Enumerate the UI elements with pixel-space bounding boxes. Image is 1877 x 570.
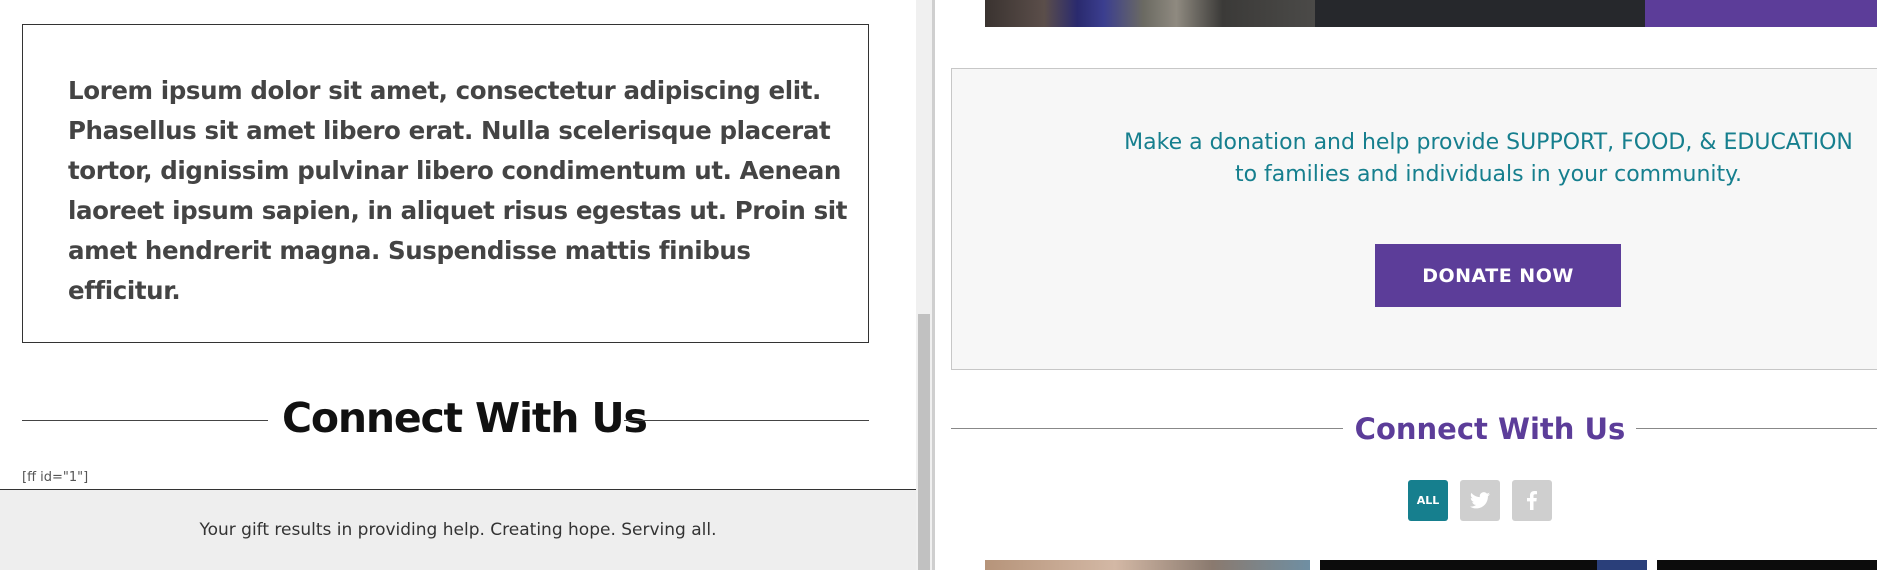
divider-line <box>22 420 268 421</box>
text-block: Lorem ipsum dolor sit amet, consectetur … <box>22 24 869 343</box>
facebook-filter-button[interactable] <box>1512 480 1552 521</box>
donate-message-line-1: Make a donation and help provide SUPPORT… <box>1124 130 1853 155</box>
scrollbar-thumb[interactable] <box>918 314 930 570</box>
left-preview-pane: Lorem ipsum dolor sit amet, consectetur … <box>0 0 916 570</box>
body-text: Lorem ipsum dolor sit amet, consectetur … <box>68 76 848 305</box>
donate-callout: Make a donation and help provide SUPPORT… <box>951 68 1877 370</box>
right-preview-pane: Make a donation and help provide SUPPORT… <box>935 0 1877 570</box>
footer-tagline: Your gift results in providing help. Cre… <box>199 520 717 540</box>
hero-image <box>985 0 1315 27</box>
donate-message: Make a donation and help provide SUPPORT… <box>952 127 1877 191</box>
hero-dark-panel <box>1315 0 1645 27</box>
donate-message-line-2: to families and individuals in your comm… <box>1234 162 1743 187</box>
divider-line <box>951 428 1343 429</box>
connect-heading: Connect With Us <box>282 394 648 442</box>
social-feed-card[interactable] <box>985 560 1310 570</box>
hero-purple-panel <box>1645 0 1877 27</box>
social-feed-card[interactable] <box>1320 560 1647 570</box>
all-filter-button[interactable]: ALL <box>1408 480 1448 521</box>
form-shortcode: [ff id="1"] <box>22 470 89 485</box>
donate-now-button[interactable]: DONATE NOW <box>1375 244 1621 307</box>
divider-line <box>1636 428 1877 429</box>
connect-heading: Connect With Us <box>1354 412 1626 446</box>
connect-section-left: Connect With Us <box>22 388 869 452</box>
social-filter-row: ALL <box>1408 480 1552 521</box>
connect-section-right: Connect With Us <box>951 406 1877 452</box>
facebook-icon <box>1527 491 1537 510</box>
divider-line <box>624 420 869 421</box>
footer-bar: Your gift results in providing help. Cre… <box>0 489 916 570</box>
twitter-icon <box>1470 492 1490 509</box>
social-feed-card[interactable] <box>1657 560 1877 570</box>
twitter-filter-button[interactable] <box>1460 480 1500 521</box>
